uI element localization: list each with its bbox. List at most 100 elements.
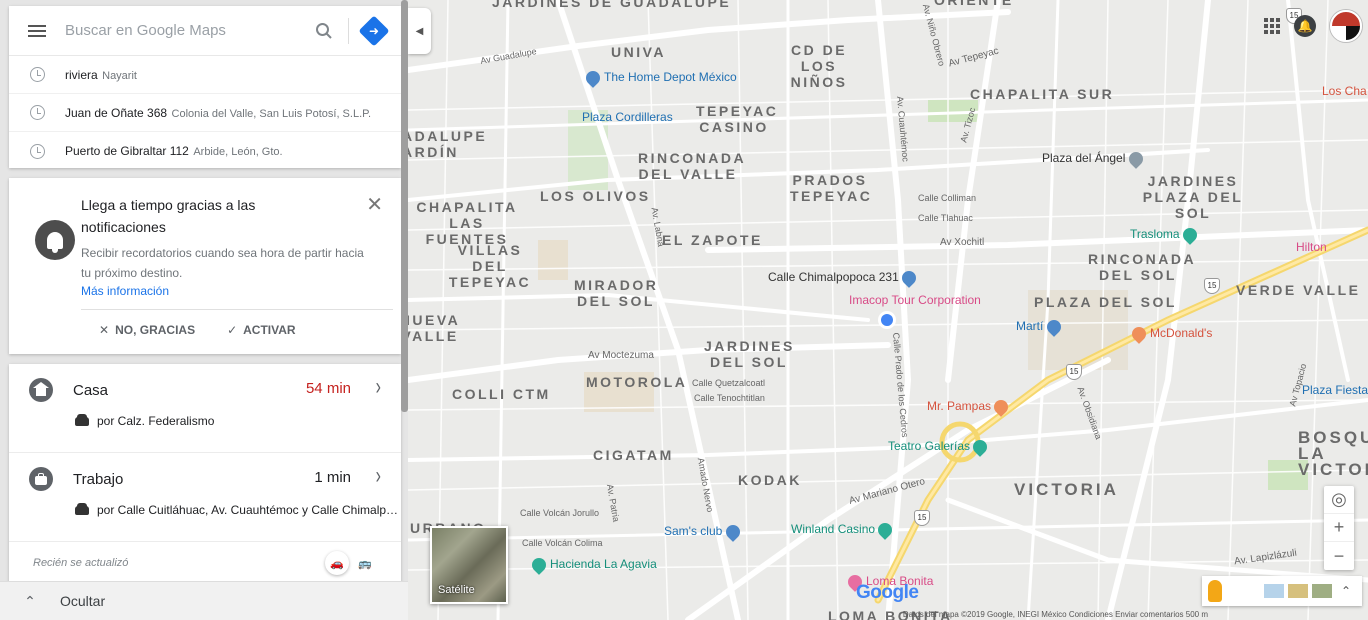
history-clock-icon bbox=[9, 143, 65, 159]
directions-icon[interactable]: ➜ bbox=[358, 14, 390, 47]
neighborhood-label: VERDE VALLE bbox=[1236, 282, 1361, 298]
activate-label: ACTIVAR bbox=[243, 323, 296, 337]
pegman-icon[interactable] bbox=[1208, 580, 1222, 602]
zoom-in-button[interactable]: + bbox=[1324, 514, 1354, 542]
street-label: Av Xochitl bbox=[940, 237, 985, 248]
history-main-text: Puerto de Gibraltar 112 bbox=[65, 144, 189, 158]
poi-los-cha[interactable]: Los Cha bbox=[1322, 84, 1367, 98]
search-history-item[interactable]: Puerto de Gibraltar 112 Arbide, León, Gt… bbox=[9, 132, 401, 170]
menu-icon[interactable] bbox=[9, 29, 65, 32]
poi-teatro-galerias[interactable]: Teatro Galerías bbox=[888, 436, 991, 457]
layers-bar: ⌃ bbox=[1202, 576, 1362, 606]
search-history-item[interactable]: riviera Nayarit bbox=[9, 56, 401, 94]
neighborhood-label: LOS OLIVOS bbox=[540, 188, 651, 204]
neighborhood-label: EL ZAPOTE bbox=[662, 232, 763, 248]
commute-home-row[interactable]: Casa 54 min › por Calz. Federalismo bbox=[9, 364, 401, 453]
search-icon[interactable] bbox=[304, 11, 344, 51]
place-pin-icon bbox=[529, 554, 549, 575]
chevron-right-icon: › bbox=[375, 463, 381, 490]
notification-title: Llega a tiempo gracias a las notificacio… bbox=[81, 197, 256, 235]
commute-route: por Calz. Federalismo bbox=[97, 414, 215, 428]
satellite-label: Satélite bbox=[438, 584, 475, 596]
map-canvas[interactable]: JARDINES DE GUADALUPE UNIVA CD DE LOS NI… bbox=[408, 0, 1368, 620]
poi-marti[interactable]: Martí bbox=[1016, 316, 1065, 337]
commute-time: 1 min bbox=[314, 469, 351, 486]
poi-home-depot[interactable]: The Home Depot México bbox=[583, 67, 737, 88]
chevron-right-icon: › bbox=[375, 374, 381, 401]
notification-body: Recibir recordatorios cuando sea hora de… bbox=[81, 246, 364, 280]
neighborhood-label: ADALUPE ARDÍN bbox=[408, 128, 488, 160]
neighborhood-label: ORIENTE bbox=[934, 0, 1014, 8]
car-icon bbox=[75, 503, 89, 515]
search-input[interactable] bbox=[65, 22, 304, 39]
street-label: Av Moctezuma bbox=[588, 350, 654, 361]
driving-mode-car-icon[interactable]: 🚗 bbox=[325, 551, 349, 575]
poi-plaza-fiesta[interactable]: Plaza Fiesta Ar bbox=[1302, 383, 1368, 397]
neighborhood-label: CIGATAM bbox=[593, 447, 674, 463]
briefcase-icon bbox=[29, 467, 53, 491]
highway-shield: 15 bbox=[1066, 364, 1082, 380]
poi-sams-club[interactable]: Sam's club bbox=[664, 521, 744, 542]
poi-plaza-cordilleras[interactable]: Plaza Cordilleras bbox=[582, 110, 673, 124]
poi-mcdonalds[interactable]: McDonald's bbox=[1129, 323, 1212, 344]
poi-calle-chimalpopoca[interactable]: Calle Chimalpopoca 231 bbox=[768, 267, 920, 288]
neighborhood-label: JARDINES DEL SOL bbox=[704, 338, 795, 370]
history-sub-text: Colonia del Valle, San Luis Potosí, S.L.… bbox=[171, 107, 372, 120]
restaurant-pin-icon bbox=[991, 396, 1012, 417]
apps-grid-icon[interactable] bbox=[1264, 18, 1280, 34]
dismiss-button[interactable]: ✕ NO, GRACIAS bbox=[99, 323, 195, 337]
hide-panel-bar[interactable]: ⌃ Ocultar bbox=[0, 581, 408, 620]
zoom-out-button[interactable]: − bbox=[1324, 542, 1354, 570]
close-icon[interactable]: ✕ bbox=[366, 192, 383, 217]
neighborhood-label: BOSQUE LA VICTORIA bbox=[1298, 428, 1368, 479]
side-panel: ➜ riviera Nayarit Juan de Oñate 368 Colo… bbox=[0, 0, 408, 620]
map-attribution: Datos del mapa ©2019 Google, INEGI Méxic… bbox=[902, 610, 1208, 619]
neighborhood-label: TEPEYAC CASINO bbox=[696, 103, 779, 135]
poi-hilton[interactable]: Hilton bbox=[1296, 240, 1327, 254]
street-label: Calle Tlahuac bbox=[918, 213, 973, 223]
poi-imacop[interactable]: Imacop Tour Corporation bbox=[849, 293, 981, 307]
location-pin-icon bbox=[899, 267, 919, 288]
commute-work-row[interactable]: Trabajo 1 min › por Calle Cuitláhuac, Av… bbox=[9, 453, 401, 542]
notification-actions: ✕ NO, GRACIAS ✓ ACTIVAR bbox=[99, 323, 296, 337]
updated-status-row: Recién se actualizó 🚗 🚌 bbox=[9, 542, 401, 582]
casino-pin-icon bbox=[875, 519, 896, 540]
neighborhood-label: KODAK bbox=[738, 472, 802, 488]
home-icon bbox=[29, 378, 53, 402]
layer-thumbnail[interactable] bbox=[1312, 584, 1332, 598]
my-location-button[interactable]: ◎ bbox=[1324, 486, 1354, 514]
shopping-pin-icon bbox=[722, 521, 743, 542]
street-label: Calle Quetzalcoatl bbox=[692, 378, 766, 388]
activate-button[interactable]: ✓ ACTIVAR bbox=[227, 323, 296, 337]
neighborhood-label: MOTOROLA bbox=[586, 374, 688, 390]
search-divider bbox=[348, 17, 349, 44]
search-card: ➜ riviera Nayarit Juan de Oñate 368 Colo… bbox=[9, 6, 401, 168]
neighborhood-label: PLAZA DEL SOL bbox=[1034, 294, 1177, 310]
neighborhood-label: PRADOS TEPEYAC bbox=[790, 172, 873, 204]
poi-mr-pampas[interactable]: Mr. Pampas bbox=[927, 396, 1012, 417]
layer-thumbnail[interactable] bbox=[1264, 584, 1284, 598]
poi-trasloma[interactable]: Trasloma bbox=[1130, 224, 1201, 245]
highway-shield: 15 bbox=[914, 510, 930, 526]
collapse-panel-button[interactable]: ◀ bbox=[408, 8, 431, 54]
neighborhood-label: VICTORIA bbox=[1014, 480, 1119, 499]
hide-label: Ocultar bbox=[60, 593, 106, 609]
neighborhood-label: RINCONADA DEL SOL bbox=[1088, 251, 1197, 283]
expand-layers-icon[interactable]: ⌃ bbox=[1336, 584, 1356, 598]
satellite-toggle[interactable]: Satélite bbox=[430, 526, 508, 604]
poi-winland-casino[interactable]: Winland Casino bbox=[791, 519, 896, 540]
sidebar-scrollbar[interactable] bbox=[401, 0, 408, 412]
poi-plaza-del-angel[interactable]: Plaza del Ángel bbox=[1042, 148, 1147, 169]
google-logo: Google bbox=[856, 582, 919, 603]
poi-hacienda-la-agavia[interactable]: Hacienda La Agavia bbox=[529, 554, 657, 575]
more-info-link[interactable]: Más información bbox=[81, 284, 169, 298]
search-bar: ➜ bbox=[9, 6, 401, 56]
search-history-item[interactable]: Juan de Oñate 368 Colonia del Valle, San… bbox=[9, 94, 401, 132]
history-clock-icon bbox=[9, 105, 65, 120]
account-avatar[interactable] bbox=[1330, 10, 1362, 42]
transit-mode-bus-icon[interactable]: 🚌 bbox=[353, 551, 377, 575]
shopping-pin-icon bbox=[583, 67, 603, 88]
notifications-bell-icon[interactable]: 🔔 bbox=[1294, 15, 1316, 37]
chevron-up-icon: ⌃ bbox=[24, 592, 36, 609]
layer-thumbnail[interactable] bbox=[1288, 584, 1308, 598]
